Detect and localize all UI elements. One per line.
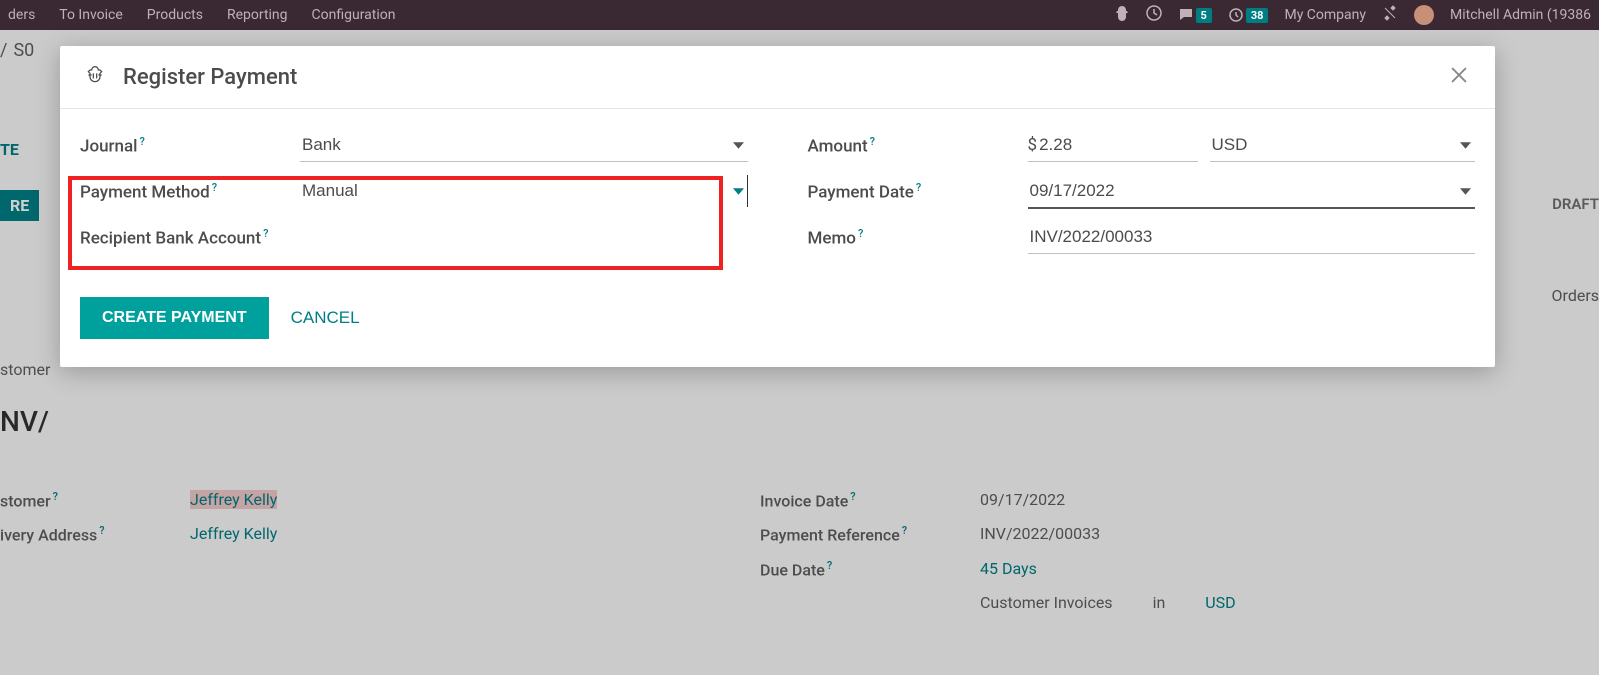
amount-label: Amount? [808, 129, 1028, 157]
nav-item[interactable]: Configuration [312, 7, 396, 23]
create-payment-button[interactable]: CREATE PAYMENT [80, 297, 269, 339]
top-nav: ders To Invoice Products Reporting Confi… [0, 0, 1599, 30]
currency-select[interactable] [1210, 129, 1476, 162]
payment-method-label: Payment Method? [80, 175, 300, 203]
memo-label: Memo? [808, 221, 1028, 249]
bug-icon[interactable] [85, 65, 105, 89]
nav-item[interactable]: Reporting [227, 7, 288, 23]
modal-title: Register Payment [123, 65, 297, 90]
avatar[interactable] [1414, 5, 1434, 25]
payment-method-select[interactable] [300, 175, 748, 207]
recipient-bank-account-label: Recipient Bank Account? [80, 221, 300, 249]
nav-item[interactable]: ders [8, 7, 35, 23]
amount-input[interactable] [1039, 129, 1197, 161]
help-icon[interactable]: ? [140, 135, 145, 148]
company-switcher[interactable]: My Company [1284, 7, 1366, 23]
journal-select[interactable] [300, 129, 748, 162]
journal-label: Journal? [80, 129, 300, 157]
help-icon[interactable]: ? [916, 181, 921, 194]
close-button[interactable] [1448, 64, 1470, 90]
messages-icon[interactable]: 5 [1178, 7, 1212, 23]
clock-icon[interactable]: 38 [1228, 7, 1269, 23]
page-background: / S0 TE RE DRAFT Orders stomer NV/ stome… [0, 30, 1599, 675]
tools-icon[interactable] [1382, 5, 1398, 25]
payment-date-label: Payment Date? [808, 175, 1028, 203]
payment-date-input[interactable] [1028, 175, 1476, 209]
bug-icon[interactable] [1114, 5, 1130, 25]
nav-item[interactable]: To Invoice [59, 7, 123, 23]
cancel-button[interactable]: CANCEL [291, 308, 360, 328]
help-icon[interactable]: ? [212, 181, 217, 194]
register-payment-modal: Register Payment Journal? Payment Method… [60, 46, 1495, 367]
memo-input[interactable] [1028, 221, 1476, 254]
activities-icon[interactable] [1146, 5, 1162, 25]
currency-symbol: $ [1028, 135, 1040, 155]
help-icon[interactable]: ? [263, 227, 268, 240]
help-icon[interactable]: ? [858, 227, 863, 240]
help-icon[interactable]: ? [870, 135, 875, 148]
activities-badge: 38 [1246, 8, 1269, 23]
messages-badge: 5 [1196, 8, 1212, 23]
user-menu[interactable]: Mitchell Admin (19386 [1450, 7, 1591, 23]
nav-item[interactable]: Products [147, 7, 203, 23]
